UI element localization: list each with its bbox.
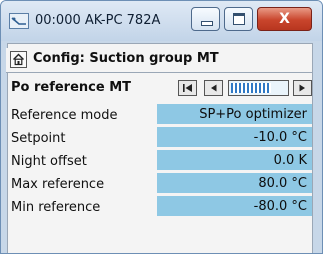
first-page-button[interactable] <box>178 80 197 96</box>
page-title: Config: Suction group MT <box>33 51 219 66</box>
parameter-row[interactable]: Min reference -80.0 °C <box>6 196 312 219</box>
page-label: Po reference MT <box>11 80 132 95</box>
next-page-button[interactable] <box>293 80 312 96</box>
parameter-list: Reference mode SP+Po optimizer Setpoint … <box>6 104 312 219</box>
parameter-value[interactable]: -80.0 °C <box>157 196 312 217</box>
parameter-label: Max reference <box>11 177 105 192</box>
config-header: Config: Suction group MT <box>6 48 312 73</box>
parameter-value[interactable]: 80.0 °C <box>157 173 312 194</box>
parameter-row[interactable]: Night offset 0.0 K <box>6 150 312 173</box>
controller-app-icon[interactable] <box>9 13 29 29</box>
page-scrollbar-thumb[interactable] <box>231 83 271 93</box>
maximize-button[interactable] <box>224 7 253 31</box>
previous-page-button[interactable] <box>204 80 223 96</box>
window-title: 00:000 AK-PC 782A <box>35 13 161 28</box>
close-icon: X <box>279 11 290 27</box>
page-header: Po reference MT <box>6 76 312 100</box>
title-bar[interactable]: 00:000 AK-PC 782A X <box>1 1 322 41</box>
page-scrollbar[interactable] <box>228 80 289 96</box>
close-button[interactable]: X <box>257 7 312 31</box>
parameter-row[interactable]: Max reference 80.0 °C <box>6 173 312 196</box>
parameter-value[interactable]: 0.0 K <box>157 150 312 171</box>
parameter-value[interactable]: -10.0 °C <box>157 127 312 148</box>
next-page-icon <box>299 84 305 92</box>
parameter-label: Night offset <box>11 154 87 169</box>
parameter-label: Setpoint <box>11 131 66 146</box>
parameter-label: Min reference <box>11 200 101 215</box>
previous-page-icon <box>211 84 217 92</box>
home-icon <box>13 53 24 66</box>
parameter-label: Reference mode <box>11 108 118 123</box>
parameter-row[interactable]: Setpoint -10.0 °C <box>6 127 312 150</box>
first-page-icon <box>183 84 192 92</box>
parameter-row[interactable]: Reference mode SP+Po optimizer <box>6 104 312 127</box>
parameter-value[interactable]: SP+Po optimizer <box>157 104 312 125</box>
home-button[interactable] <box>10 51 27 68</box>
minimize-button[interactable] <box>191 7 220 31</box>
